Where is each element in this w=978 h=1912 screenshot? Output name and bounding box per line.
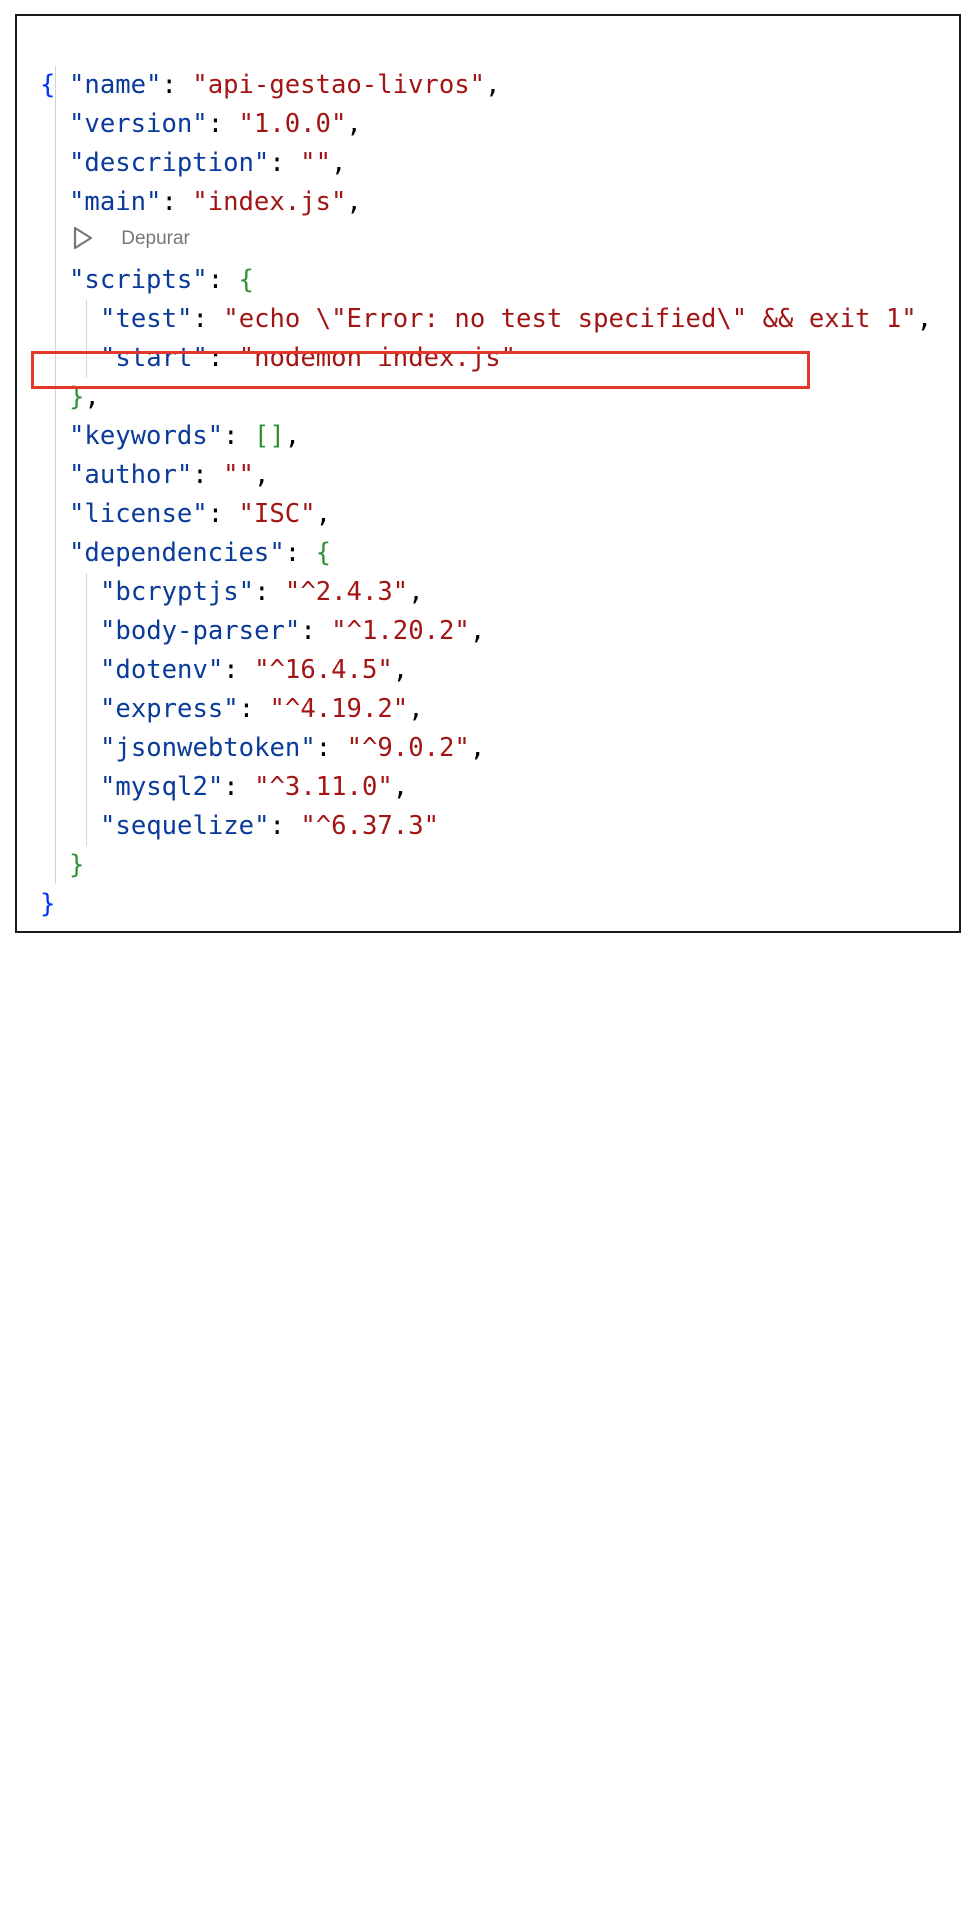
dependency-key: "dotenv": [100, 655, 224, 685]
code-line-license: "license": "ISC",: [69, 499, 331, 529]
json-key-author: "author": [69, 460, 193, 490]
json-key-scripts: "scripts": [69, 265, 208, 295]
json-value-author: "": [223, 460, 254, 490]
code-editor-frame: { "name": "api-gestao-livros", "version"…: [15, 14, 961, 933]
dependency-key: "jsonwebtoken": [100, 733, 316, 763]
dependency-line: "sequelize": "^6.37.3": [100, 811, 440, 841]
code-line-keywords: "keywords": [],: [69, 421, 301, 451]
json-value-version: "1.0.0": [238, 109, 347, 139]
code-line-name: "name": "api-gestao-livros",: [69, 70, 501, 100]
close-brace: }: [40, 889, 56, 919]
dependency-key: "mysql2": [100, 772, 224, 802]
json-key-version: "version": [69, 109, 208, 139]
debug-codelens[interactable]: Depurar: [72, 224, 190, 252]
dependency-version: "^1.20.2": [331, 616, 470, 646]
json-key-keywords: "keywords": [69, 421, 224, 451]
json-value-description: "": [300, 148, 331, 178]
dependencies-close-brace: }: [69, 850, 85, 880]
dependency-key: "express": [100, 694, 239, 724]
code-line-main: "main": "index.js",: [69, 187, 362, 217]
dependency-line: "body-parser": "^1.20.2",: [100, 616, 486, 646]
json-value-name: "api-gestao-livros": [192, 70, 486, 100]
dependency-version: "^4.19.2": [269, 694, 409, 724]
json-key-name: "name": [69, 70, 162, 100]
dependency-key: "sequelize": [100, 811, 270, 841]
json-value-license: "ISC": [238, 499, 316, 529]
dependency-line: "bcryptjs": "^2.4.3",: [100, 577, 424, 607]
json-key-test: "test": [100, 304, 193, 334]
scripts-open-brace: {: [238, 265, 254, 295]
dependency-line: "mysql2": "^3.11.0",: [100, 772, 409, 802]
debug-codelens-label: Depurar: [121, 227, 190, 249]
dependency-line: "express": "^4.19.2",: [100, 694, 424, 724]
code-block[interactable]: { "name": "api-gestao-livros", "version"…: [17, 16, 959, 931]
code-line-scripts: "scripts": {: [69, 265, 254, 295]
code-line-test: "test": "echo \"Error: no test specified…: [100, 304, 933, 334]
dependency-version: "^3.11.0": [254, 772, 393, 802]
start-line-highlight-box: [31, 351, 810, 389]
code-line-dependencies-close: }: [17, 846, 959, 885]
dependencies-open-brace: {: [315, 538, 331, 568]
dependency-key: "bcryptjs": [100, 577, 255, 607]
json-key-license: "license": [69, 499, 208, 529]
json-value-test: "echo \"Error: no test specified\" && ex…: [223, 304, 917, 334]
code-line-dependencies: "dependencies": {: [69, 538, 331, 568]
dependency-version: "^16.4.5": [254, 655, 393, 685]
code-line-version: "version": "1.0.0",: [69, 109, 362, 139]
json-value-keywords: []: [253, 421, 285, 451]
code-line: {: [17, 27, 959, 100]
dependency-version: "^6.37.3": [300, 811, 440, 841]
json-key-dependencies: "dependencies": [69, 538, 285, 568]
json-value-main: "index.js": [192, 187, 347, 217]
code-line-root-close: }: [17, 885, 959, 924]
code-line-author: "author": "",: [69, 460, 270, 490]
dependency-line: "jsonwebtoken": "^9.0.2",: [100, 733, 486, 763]
dependency-version: "^9.0.2": [346, 733, 470, 763]
dependency-key: "body-parser": [100, 616, 301, 646]
code-line-description: "description": "",: [69, 148, 347, 178]
dependency-version: "^2.4.3": [284, 577, 409, 607]
dependency-line: "dotenv": "^16.4.5",: [100, 655, 409, 685]
